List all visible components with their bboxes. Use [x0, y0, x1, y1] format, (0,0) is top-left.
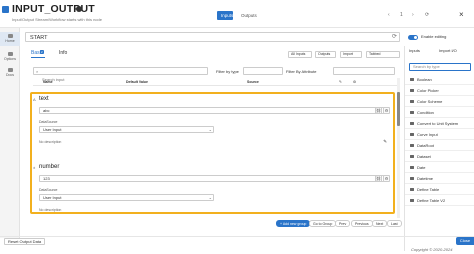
- table-v2-icon: [410, 199, 414, 202]
- nav-docs[interactable]: Docs: [0, 66, 20, 80]
- list-item[interactable]: Color Scheme: [405, 96, 474, 107]
- close-icon[interactable]: ×: [459, 10, 464, 19]
- list-item[interactable]: Dataset: [405, 151, 474, 162]
- prev-button[interactable]: Prev: [335, 220, 351, 227]
- list-item[interactable]: Define Table: [405, 184, 474, 195]
- next-button[interactable]: Next: [372, 220, 388, 227]
- refresh-icon[interactable]: ⟳: [392, 33, 397, 40]
- nav-home[interactable]: Home: [0, 32, 20, 46]
- copyright-text: Copyright © 2020-2024: [411, 247, 453, 252]
- condition-icon: [410, 111, 414, 114]
- enable-editing-toggle[interactable]: [408, 35, 418, 40]
- header-divider: [33, 85, 400, 86]
- info-icon[interactable]: [76, 6, 82, 12]
- basic-count-badge: 2: [40, 50, 44, 54]
- app-header: INPUT_OUTPUT Input/Output Stream/Workflo…: [0, 0, 474, 28]
- outputs-select[interactable]: Outputs: [315, 51, 336, 58]
- panel-tab-inputs[interactable]: Inputs: [409, 48, 420, 53]
- panel-tab-import[interactable]: Import I/O: [439, 48, 457, 53]
- tab-info[interactable]: Info: [59, 50, 67, 56]
- filter-attribute-select[interactable]: [333, 67, 395, 75]
- col-source[interactable]: Source: [247, 80, 259, 84]
- settings-icon[interactable]: ⚙: [353, 80, 356, 84]
- list-item[interactable]: Curve Input: [405, 129, 474, 140]
- table-icon: [410, 188, 414, 191]
- filter-type-select[interactable]: [243, 67, 283, 75]
- list-item[interactable]: Color Picker: [405, 85, 474, 96]
- page-subtitle: Input/Output Stream/Workflow starts with…: [12, 17, 102, 22]
- next-icon[interactable]: ›: [412, 12, 414, 18]
- docs-icon: [7, 68, 13, 72]
- right-panel: Inputs Import I/O Search by type Boolean…: [404, 46, 474, 251]
- list-item[interactable]: DataRoot: [405, 140, 474, 151]
- go-to-group-button[interactable]: Go to Group: [309, 220, 337, 227]
- nav-options[interactable]: Options: [0, 50, 20, 64]
- list-item[interactable]: Define Table V2: [405, 195, 474, 206]
- search-input[interactable]: [34, 76, 207, 83]
- page-number: 1: [400, 12, 403, 18]
- datetime-icon: [410, 177, 414, 180]
- curve-icon: [410, 133, 414, 136]
- close-button[interactable]: Close: [456, 237, 474, 245]
- pin-icon[interactable]: ✎: [339, 80, 342, 84]
- home-icon: [7, 34, 13, 38]
- all-inputs-select[interactable]: All Inputs: [288, 51, 312, 58]
- col-default[interactable]: Default Value: [126, 80, 148, 84]
- page-title: INPUT_OUTPUT: [12, 3, 95, 15]
- list-item[interactable]: Datetime: [405, 173, 474, 184]
- list-item[interactable]: Date: [405, 162, 474, 173]
- last-button[interactable]: Last: [387, 220, 402, 227]
- color-scheme-icon: [410, 100, 414, 103]
- prev-icon[interactable]: ‹: [388, 12, 390, 18]
- panel-search-input[interactable]: Search by type: [409, 63, 471, 71]
- add-group-button[interactable]: + Add new group: [276, 220, 311, 227]
- node-name-value: START: [30, 34, 48, 41]
- footer-divider: [0, 236, 474, 237]
- filter-attribute-label: Filter By Attribute: [286, 69, 317, 74]
- filter-type-label: Filter by type: [216, 69, 239, 74]
- tab-inputs[interactable]: Inputs: [217, 11, 233, 20]
- list-item[interactable]: Boolean: [405, 74, 474, 85]
- refresh-icon[interactable]: ⟳: [425, 12, 429, 18]
- left-nav: Home Options Docs: [0, 28, 20, 238]
- enable-editing-label: Enable editing: [421, 34, 447, 39]
- unit-system-icon: [410, 122, 414, 125]
- date-icon: [410, 166, 414, 169]
- search-input-wrap: ⌕: [33, 67, 208, 83]
- node-name-field[interactable]: START ⟳: [25, 32, 400, 42]
- back-icon[interactable]: [2, 6, 9, 13]
- options-icon: [7, 52, 13, 56]
- dataset-icon: [410, 155, 414, 158]
- list-item[interactable]: Convert to Unit System: [405, 118, 474, 129]
- reset-output-button[interactable]: Reset Output Data: [4, 238, 46, 245]
- color-picker-icon: [410, 89, 414, 92]
- view-mode-select[interactable]: Tabbed: [366, 51, 400, 58]
- tab-outputs[interactable]: Outputs: [237, 11, 261, 20]
- list-item[interactable]: Condition: [405, 107, 474, 118]
- import-select[interactable]: Import: [340, 51, 362, 58]
- scrollbar-thumb[interactable]: [397, 92, 400, 126]
- search-icon: ⌕: [36, 69, 39, 74]
- previous-button[interactable]: Previous: [351, 220, 373, 227]
- col-name[interactable]: Name: [43, 80, 53, 84]
- dataroot-icon: [410, 144, 414, 147]
- highlight-box: [30, 92, 395, 214]
- boolean-icon: [410, 78, 414, 81]
